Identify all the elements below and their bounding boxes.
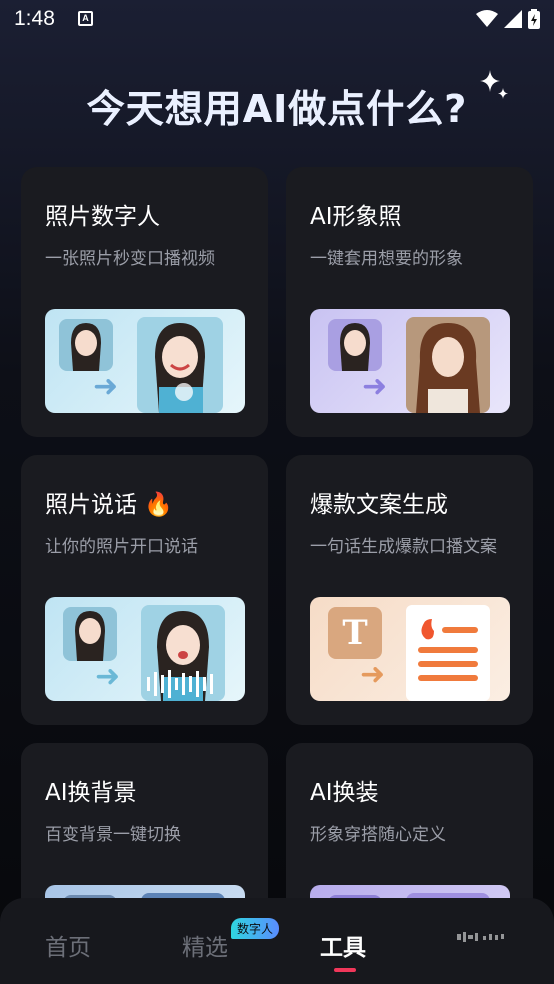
status-bar: 1:48 A	[0, 0, 554, 40]
new-badge: 数字人	[231, 918, 280, 939]
card-photo-talk[interactable]: 照片说话 🔥 让你的照片开口说话 ➜	[21, 455, 268, 725]
card-title: AI换背景	[45, 780, 137, 806]
card-description: 让你的照片开口说话	[45, 537, 198, 557]
card-viral-script[interactable]: 爆款文案生成 一句话生成爆款口播文案 T ➜	[286, 455, 533, 725]
card-illustration: ➜	[310, 309, 510, 413]
source-photo	[63, 607, 117, 661]
card-title: AI形象照	[310, 204, 402, 230]
card-description: 形象穿搭随心定义	[310, 825, 446, 845]
sparkle-icon	[480, 70, 508, 99]
card-ai-portrait[interactable]: AI形象照 一键套用想要的形象 ➜	[286, 167, 533, 437]
card-title: 照片说话 🔥	[45, 485, 173, 519]
status-icons	[476, 9, 540, 29]
card-title: 照片数字人	[45, 204, 160, 230]
signal-icon	[504, 10, 522, 28]
source-photo	[328, 319, 382, 371]
profile-icon[interactable]	[455, 930, 505, 946]
card-photo-avatar[interactable]: 照片数字人 一张照片秒变口播视频 ➜	[21, 167, 268, 437]
arrow-icon: ➜	[360, 657, 386, 692]
source-photo	[59, 319, 113, 371]
wifi-icon	[476, 10, 498, 27]
card-illustration: ➜	[45, 309, 245, 413]
card-title: AI换装	[310, 780, 379, 806]
card-illustration: ➜	[45, 597, 245, 701]
arrow-icon: ➜	[362, 369, 388, 404]
play-icon	[175, 383, 193, 401]
active-tab-indicator	[334, 968, 356, 972]
card-title: 爆款文案生成	[310, 492, 448, 518]
arrow-icon: ➜	[95, 659, 121, 694]
nav-item-featured[interactable]: 精选	[182, 928, 228, 962]
nav-item-tools[interactable]: 工具	[320, 928, 366, 962]
waveform-icon	[147, 669, 227, 699]
fire-icon: 🔥	[144, 492, 173, 518]
headline-container: 今天想用AI做点什么?	[0, 78, 554, 133]
text-icon: T	[328, 607, 382, 659]
arrow-icon: ➜	[93, 369, 119, 404]
card-description: 一键套用想要的形象	[310, 249, 463, 269]
card-title-text: 照片说话	[45, 492, 137, 518]
status-time: 1:48	[14, 7, 55, 30]
page-headline: 今天想用AI做点什么?	[86, 87, 468, 131]
battery-icon	[528, 9, 540, 29]
result-portrait	[406, 317, 490, 413]
notification-icon: A	[78, 11, 93, 26]
bottom-nav: 首页 精选 工具	[0, 898, 554, 984]
nav-item-home[interactable]: 首页	[45, 928, 91, 962]
card-description: 一句话生成爆款口播文案	[310, 537, 497, 557]
card-illustration: T ➜	[310, 597, 510, 701]
card-description: 百变背景一键切换	[45, 825, 181, 845]
card-description: 一张照片秒变口播视频	[45, 249, 215, 269]
document-icon	[406, 605, 490, 701]
